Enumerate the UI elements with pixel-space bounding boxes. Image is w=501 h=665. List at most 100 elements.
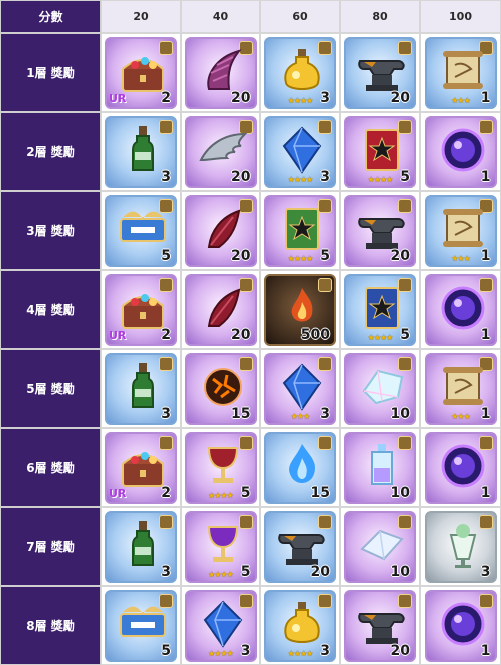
reward-cell: UR 2 <box>101 428 181 507</box>
reward-item-tile[interactable]: 1 <box>424 115 497 188</box>
reward-item-tile[interactable]: 20 <box>344 589 416 662</box>
reward-item-tile[interactable]: 1 <box>424 589 497 662</box>
reward-item-tile[interactable]: ★★★ 1 <box>424 352 497 425</box>
reward-cell: 5 <box>101 191 181 270</box>
reward-cell: ★★★ 1 <box>420 191 501 270</box>
reward-item-tile[interactable]: ★★★★ 5 <box>344 115 416 188</box>
reward-cell: 1 <box>420 112 501 191</box>
reward-item-tile[interactable]: 20 <box>184 36 257 109</box>
reward-cell: UR 2 <box>101 33 181 112</box>
item-quantity: 20 <box>390 247 410 264</box>
item-quantity: 15 <box>310 484 330 501</box>
floor-reward-label: 7層 獎勵 <box>0 507 101 586</box>
floor-reward-label: 1層 獎勵 <box>0 33 101 112</box>
reward-item-tile[interactable]: UR 2 <box>105 431 177 504</box>
item-quantity: 10 <box>390 484 410 501</box>
reward-item-tile[interactable]: ★★★ 1 <box>424 36 497 109</box>
reward-item-tile[interactable]: ★★★ 1 <box>424 194 497 267</box>
reward-cell: 3 <box>101 507 181 586</box>
reward-item-tile[interactable]: 10 <box>344 510 416 583</box>
reward-cell: 3 <box>101 349 181 428</box>
reward-cell: ★★★ 1 <box>420 33 501 112</box>
reward-item-tile[interactable]: 500 <box>264 273 336 346</box>
item-quantity: 2 <box>161 326 171 343</box>
reward-cell: 20 <box>181 33 260 112</box>
reward-item-tile[interactable]: ★★★ 3 <box>264 352 336 425</box>
reward-item-tile[interactable]: 3 <box>105 115 177 188</box>
item-quantity: 5 <box>161 642 171 659</box>
item-quantity: 1 <box>480 326 491 343</box>
score-header-label: 分數 <box>0 0 101 33</box>
item-quantity: 1 <box>480 247 491 264</box>
item-quantity: 20 <box>231 326 251 343</box>
reward-item-tile[interactable]: ★★★★ 3 <box>264 589 336 662</box>
item-quantity: 1 <box>480 89 491 106</box>
reward-cell: 500 <box>260 270 340 349</box>
item-quantity: 3 <box>320 89 330 106</box>
score-column-header: 60 <box>260 0 340 33</box>
reward-item-tile[interactable]: 3 <box>105 352 177 425</box>
reward-cell: ★★★ 3 <box>260 349 340 428</box>
reward-item-tile[interactable]: ★★★★ 5 <box>184 510 257 583</box>
item-quantity: 1 <box>480 642 491 659</box>
reward-item-tile[interactable]: 3 <box>105 510 177 583</box>
reward-item-tile[interactable]: 10 <box>344 431 416 504</box>
reward-cell: 15 <box>260 428 340 507</box>
reward-item-tile[interactable]: 5 <box>105 194 177 267</box>
reward-cell: 20 <box>340 33 420 112</box>
reward-item-tile[interactable]: 1 <box>424 431 497 504</box>
reward-table: 分數 20 40 60 80 100 1層 獎勵 UR 2 20 ★★★★ 3 20 ★★★ 1 2層 獎勵… <box>0 0 501 665</box>
reward-item-tile[interactable]: 15 <box>184 352 257 425</box>
reward-item-tile[interactable]: 3 <box>424 510 497 583</box>
item-quantity: 5 <box>400 168 410 185</box>
reward-item-tile[interactable]: 1 <box>424 273 497 346</box>
reward-cell: 20 <box>340 191 420 270</box>
item-quantity: 20 <box>231 247 251 264</box>
reward-cell: ★★★★ 5 <box>181 507 260 586</box>
reward-cell: ★★★★ 5 <box>181 428 260 507</box>
reward-item-tile[interactable]: 5 <box>105 589 177 662</box>
reward-item-tile[interactable]: 10 <box>344 352 416 425</box>
item-quantity: 3 <box>320 642 330 659</box>
reward-cell: ★★★★ 5 <box>340 112 420 191</box>
item-quantity: 3 <box>320 168 330 185</box>
score-column-header: 80 <box>340 0 420 33</box>
reward-item-tile[interactable]: 20 <box>184 115 257 188</box>
reward-cell: 20 <box>260 507 340 586</box>
reward-item-tile[interactable]: ★★★★ 3 <box>184 589 257 662</box>
reward-item-tile[interactable]: 20 <box>344 194 416 267</box>
reward-item-tile[interactable]: ★★★★ 5 <box>264 194 336 267</box>
reward-item-tile[interactable]: UR 2 <box>105 273 177 346</box>
reward-cell: ★★★★ 5 <box>340 270 420 349</box>
reward-item-tile[interactable]: 20 <box>184 194 257 267</box>
floor-reward-label: 5層 獎勵 <box>0 349 101 428</box>
reward-item-tile[interactable]: ★★★★ 5 <box>184 431 257 504</box>
reward-cell: 3 <box>101 112 181 191</box>
item-quantity: 20 <box>231 168 251 185</box>
floor-reward-label: 3層 獎勵 <box>0 191 101 270</box>
floor-reward-label: 6層 獎勵 <box>0 428 101 507</box>
reward-item-tile[interactable]: ★★★★ 3 <box>264 36 336 109</box>
reward-item-tile[interactable]: ★★★★ 5 <box>344 273 416 346</box>
reward-cell: UR 2 <box>101 270 181 349</box>
floor-reward-label: 2層 獎勵 <box>0 112 101 191</box>
item-quantity: 5 <box>320 247 330 264</box>
item-quantity: 5 <box>161 247 171 264</box>
item-quantity: 3 <box>161 168 171 185</box>
item-quantity: 3 <box>161 563 171 580</box>
reward-item-tile[interactable]: ★★★★ 3 <box>264 115 336 188</box>
reward-item-tile[interactable]: 20 <box>184 273 257 346</box>
reward-item-tile[interactable]: 15 <box>264 431 336 504</box>
reward-item-tile[interactable]: UR 2 <box>105 36 177 109</box>
reward-cell: 10 <box>340 428 420 507</box>
ur-rarity-label: UR <box>109 328 127 342</box>
item-quantity: 5 <box>400 326 410 343</box>
ur-rarity-label: UR <box>109 91 127 105</box>
reward-item-tile[interactable]: 20 <box>264 510 336 583</box>
item-quantity: 20 <box>390 642 410 659</box>
reward-cell: ★★★★ 5 <box>260 191 340 270</box>
reward-cell: 20 <box>181 112 260 191</box>
ur-rarity-label: UR <box>109 486 127 500</box>
reward-cell: 20 <box>340 586 420 665</box>
reward-item-tile[interactable]: 20 <box>344 36 416 109</box>
